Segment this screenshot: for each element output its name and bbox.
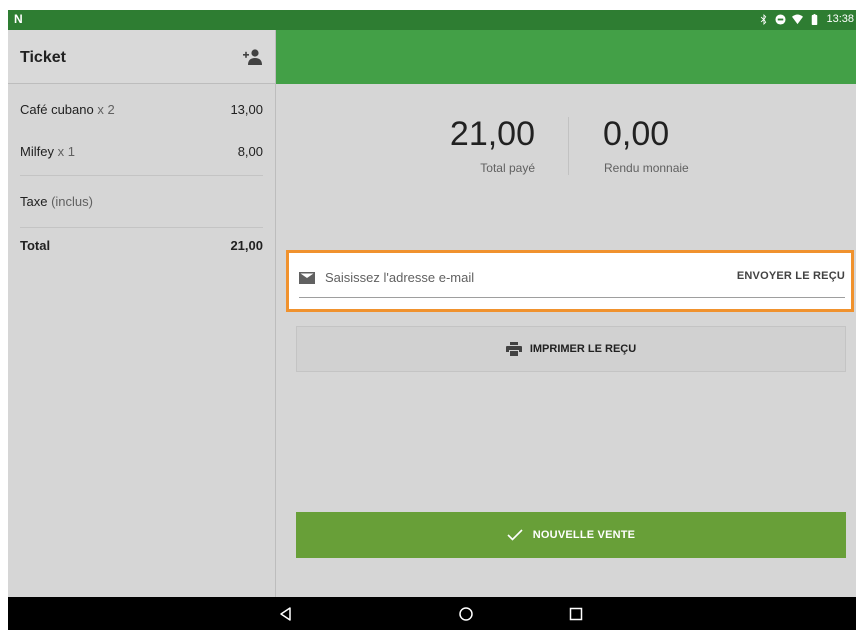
- ticket-lines: Café cubano x 2 13,00 Milfey x 1 8,00 Ta…: [8, 97, 275, 257]
- battery-icon: [809, 13, 820, 25]
- total-line: Total 21,00: [20, 233, 263, 257]
- do-not-disturb-icon: [775, 13, 787, 25]
- ticket-panel: Ticket Café cubano x 2 13,00 Milfey x 1 …: [8, 30, 276, 597]
- change-value: 0,00: [603, 115, 670, 153]
- ticket-line-item[interactable]: Café cubano x 2 13,00: [20, 97, 263, 121]
- item-qty: x 2: [97, 101, 115, 117]
- vertical-divider: [568, 117, 569, 175]
- total-amount: 21,00: [230, 237, 263, 253]
- home-icon[interactable]: [458, 606, 474, 622]
- ticket-title: Ticket: [20, 49, 66, 66]
- action-bar: [276, 30, 856, 84]
- ticket-header: Ticket: [8, 30, 275, 84]
- add-customer-icon[interactable]: [241, 47, 263, 67]
- tax-line: Taxe (inclus): [20, 189, 263, 213]
- item-amount: 13,00: [230, 101, 263, 117]
- email-receipt-box: ENVOYER LE REÇU: [286, 250, 854, 312]
- tax-note: (inclus): [51, 193, 93, 209]
- divider: [20, 175, 263, 176]
- new-sale-button[interactable]: NOUVELLE VENTE: [296, 512, 846, 558]
- wifi-icon: [792, 13, 804, 25]
- total-paid-label: Total payé: [480, 161, 535, 175]
- status-icons: 13:38: [758, 13, 854, 25]
- tax-label-group: Taxe (inclus): [20, 194, 93, 209]
- print-receipt-button[interactable]: IMPRIMER LE REÇU: [296, 326, 846, 372]
- back-icon[interactable]: [278, 606, 294, 622]
- item-name: Milfey: [20, 143, 54, 159]
- item-amount: 8,00: [237, 143, 263, 159]
- status-time: 13:38: [826, 13, 854, 25]
- item-qty: x 1: [57, 143, 75, 159]
- print-receipt-label: IMPRIMER LE REÇU: [529, 343, 637, 355]
- recents-icon[interactable]: [568, 606, 584, 622]
- payment-summary: 21,00 Total payé 0,00 Rendu monnaie: [276, 115, 856, 185]
- change-label: Rendu monnaie: [604, 161, 689, 175]
- total-label: Total: [20, 237, 51, 253]
- tax-label: Taxe: [20, 193, 48, 209]
- send-receipt-button[interactable]: ENVOYER LE REÇU: [737, 270, 845, 282]
- item-name: Café cubano: [20, 101, 94, 117]
- divider: [20, 227, 263, 228]
- new-sale-label: NOUVELLE VENTE: [532, 529, 636, 541]
- email-input[interactable]: [325, 263, 705, 291]
- email-icon: [299, 271, 315, 284]
- payment-panel: 21,00 Total payé 0,00 Rendu monnaie ENVO…: [276, 30, 856, 597]
- item-name-group: Milfey x 1: [20, 144, 75, 159]
- check-icon: [507, 529, 523, 541]
- status-bar: N 13:38: [8, 10, 856, 30]
- item-name-group: Café cubano x 2: [20, 102, 115, 117]
- notification-n-icon: N: [14, 12, 23, 26]
- total-paid-value: 21,00: [449, 115, 535, 153]
- email-underline: [299, 297, 845, 298]
- ticket-line-item[interactable]: Milfey x 1 8,00: [20, 139, 263, 163]
- bluetooth-icon: [758, 13, 769, 25]
- navigation-bar: [8, 597, 856, 630]
- printer-icon: [505, 342, 522, 356]
